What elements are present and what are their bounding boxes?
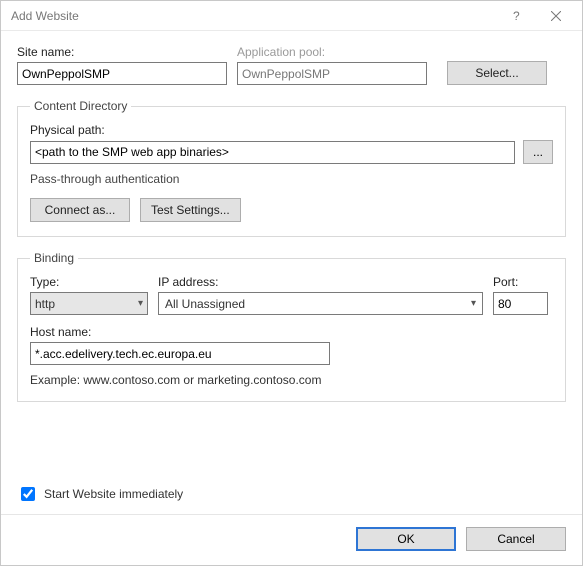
chevron-down-icon: ▾ xyxy=(471,298,476,309)
type-label: Type: xyxy=(30,275,148,289)
titlebar: Add Website ? xyxy=(1,1,582,31)
physical-path-input[interactable] xyxy=(30,141,515,164)
binding-group: Binding Type: http ▾ IP address: All Una… xyxy=(17,251,566,402)
binding-legend: Binding xyxy=(30,251,78,265)
start-immediate-label: Start Website immediately xyxy=(44,487,183,501)
help-button[interactable]: ? xyxy=(496,2,536,30)
svg-text:?: ? xyxy=(513,9,520,23)
auth-text: Pass-through authentication xyxy=(30,172,553,186)
host-example-text: Example: www.contoso.com or marketing.co… xyxy=(30,373,553,387)
dialog-content: Site name: Application pool: Select... C… xyxy=(1,31,582,474)
dialog-title: Add Website xyxy=(11,9,496,23)
start-immediate-row: Start Website immediately xyxy=(1,474,582,514)
host-name-input[interactable] xyxy=(30,342,330,365)
close-button[interactable] xyxy=(536,2,576,30)
port-label: Port: xyxy=(493,275,553,289)
host-name-label: Host name: xyxy=(30,325,91,339)
test-settings-button[interactable]: Test Settings... xyxy=(140,198,241,222)
chevron-down-icon: ▾ xyxy=(138,298,143,309)
physical-path-label: Physical path: xyxy=(30,123,105,137)
ip-value: All Unassigned xyxy=(165,297,245,311)
connect-as-button[interactable]: Connect as... xyxy=(30,198,130,222)
site-name-input[interactable] xyxy=(17,62,227,85)
app-pool-label: Application pool: xyxy=(237,45,427,59)
browse-path-button[interactable]: ... xyxy=(523,140,553,164)
content-directory-group: Content Directory Physical path: ... Pas… xyxy=(17,99,566,237)
app-pool-input xyxy=(237,62,427,85)
site-name-label: Site name: xyxy=(17,45,227,59)
type-value: http xyxy=(35,297,55,311)
start-immediate-checkbox[interactable] xyxy=(21,487,35,501)
ip-select[interactable]: All Unassigned ▾ xyxy=(158,292,483,315)
dialog-footer: OK Cancel xyxy=(1,514,582,565)
select-app-pool-button[interactable]: Select... xyxy=(447,61,547,85)
add-website-dialog: Add Website ? Site name: Application poo… xyxy=(0,0,583,566)
content-directory-legend: Content Directory xyxy=(30,99,131,113)
type-select[interactable]: http ▾ xyxy=(30,292,148,315)
ok-button[interactable]: OK xyxy=(356,527,456,551)
ip-label: IP address: xyxy=(158,275,483,289)
port-input[interactable] xyxy=(493,292,548,315)
cancel-button[interactable]: Cancel xyxy=(466,527,566,551)
